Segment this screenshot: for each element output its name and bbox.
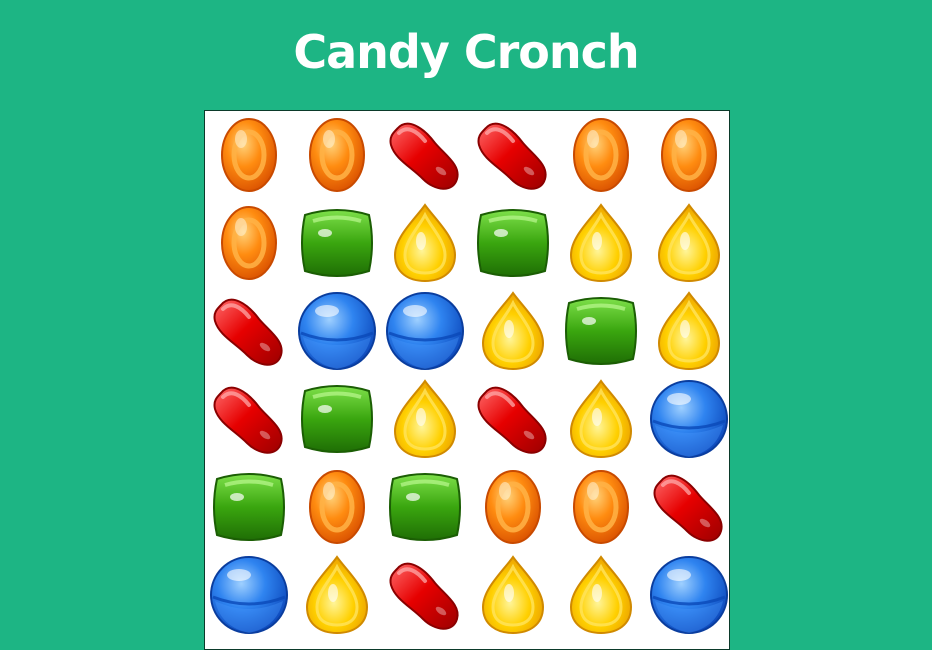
orange-candy-icon[interactable]	[645, 111, 733, 199]
yellow-candy-icon[interactable]	[645, 287, 733, 375]
game-title: Candy Cronch	[293, 25, 639, 79]
orange-candy-icon[interactable]	[469, 463, 557, 551]
green-candy-icon[interactable]	[381, 463, 469, 551]
red-candy-icon[interactable]	[645, 463, 733, 551]
yellow-candy-icon[interactable]	[557, 551, 645, 639]
orange-candy-icon[interactable]	[557, 111, 645, 199]
blue-candy-icon[interactable]	[293, 287, 381, 375]
red-candy-icon[interactable]	[469, 375, 557, 463]
orange-candy-icon[interactable]	[205, 199, 293, 287]
yellow-candy-icon[interactable]	[645, 199, 733, 287]
green-candy-icon[interactable]	[557, 287, 645, 375]
orange-candy-icon[interactable]	[205, 111, 293, 199]
orange-candy-icon[interactable]	[293, 463, 381, 551]
red-candy-icon[interactable]	[205, 375, 293, 463]
red-candy-icon[interactable]	[381, 551, 469, 639]
green-candy-icon[interactable]	[469, 199, 557, 287]
yellow-candy-icon[interactable]	[557, 199, 645, 287]
yellow-candy-icon[interactable]	[469, 551, 557, 639]
red-candy-icon[interactable]	[469, 111, 557, 199]
green-candy-icon[interactable]	[205, 463, 293, 551]
blue-candy-icon[interactable]	[205, 551, 293, 639]
yellow-candy-icon[interactable]	[469, 287, 557, 375]
blue-candy-icon[interactable]	[381, 287, 469, 375]
yellow-candy-icon[interactable]	[293, 551, 381, 639]
orange-candy-icon[interactable]	[557, 463, 645, 551]
red-candy-icon[interactable]	[205, 287, 293, 375]
blue-candy-icon[interactable]	[645, 551, 733, 639]
candy-board	[204, 110, 730, 650]
yellow-candy-icon[interactable]	[381, 199, 469, 287]
orange-candy-icon[interactable]	[293, 111, 381, 199]
green-candy-icon[interactable]	[293, 199, 381, 287]
blue-candy-icon[interactable]	[645, 375, 733, 463]
yellow-candy-icon[interactable]	[381, 375, 469, 463]
green-candy-icon[interactable]	[293, 375, 381, 463]
yellow-candy-icon[interactable]	[557, 375, 645, 463]
red-candy-icon[interactable]	[381, 111, 469, 199]
